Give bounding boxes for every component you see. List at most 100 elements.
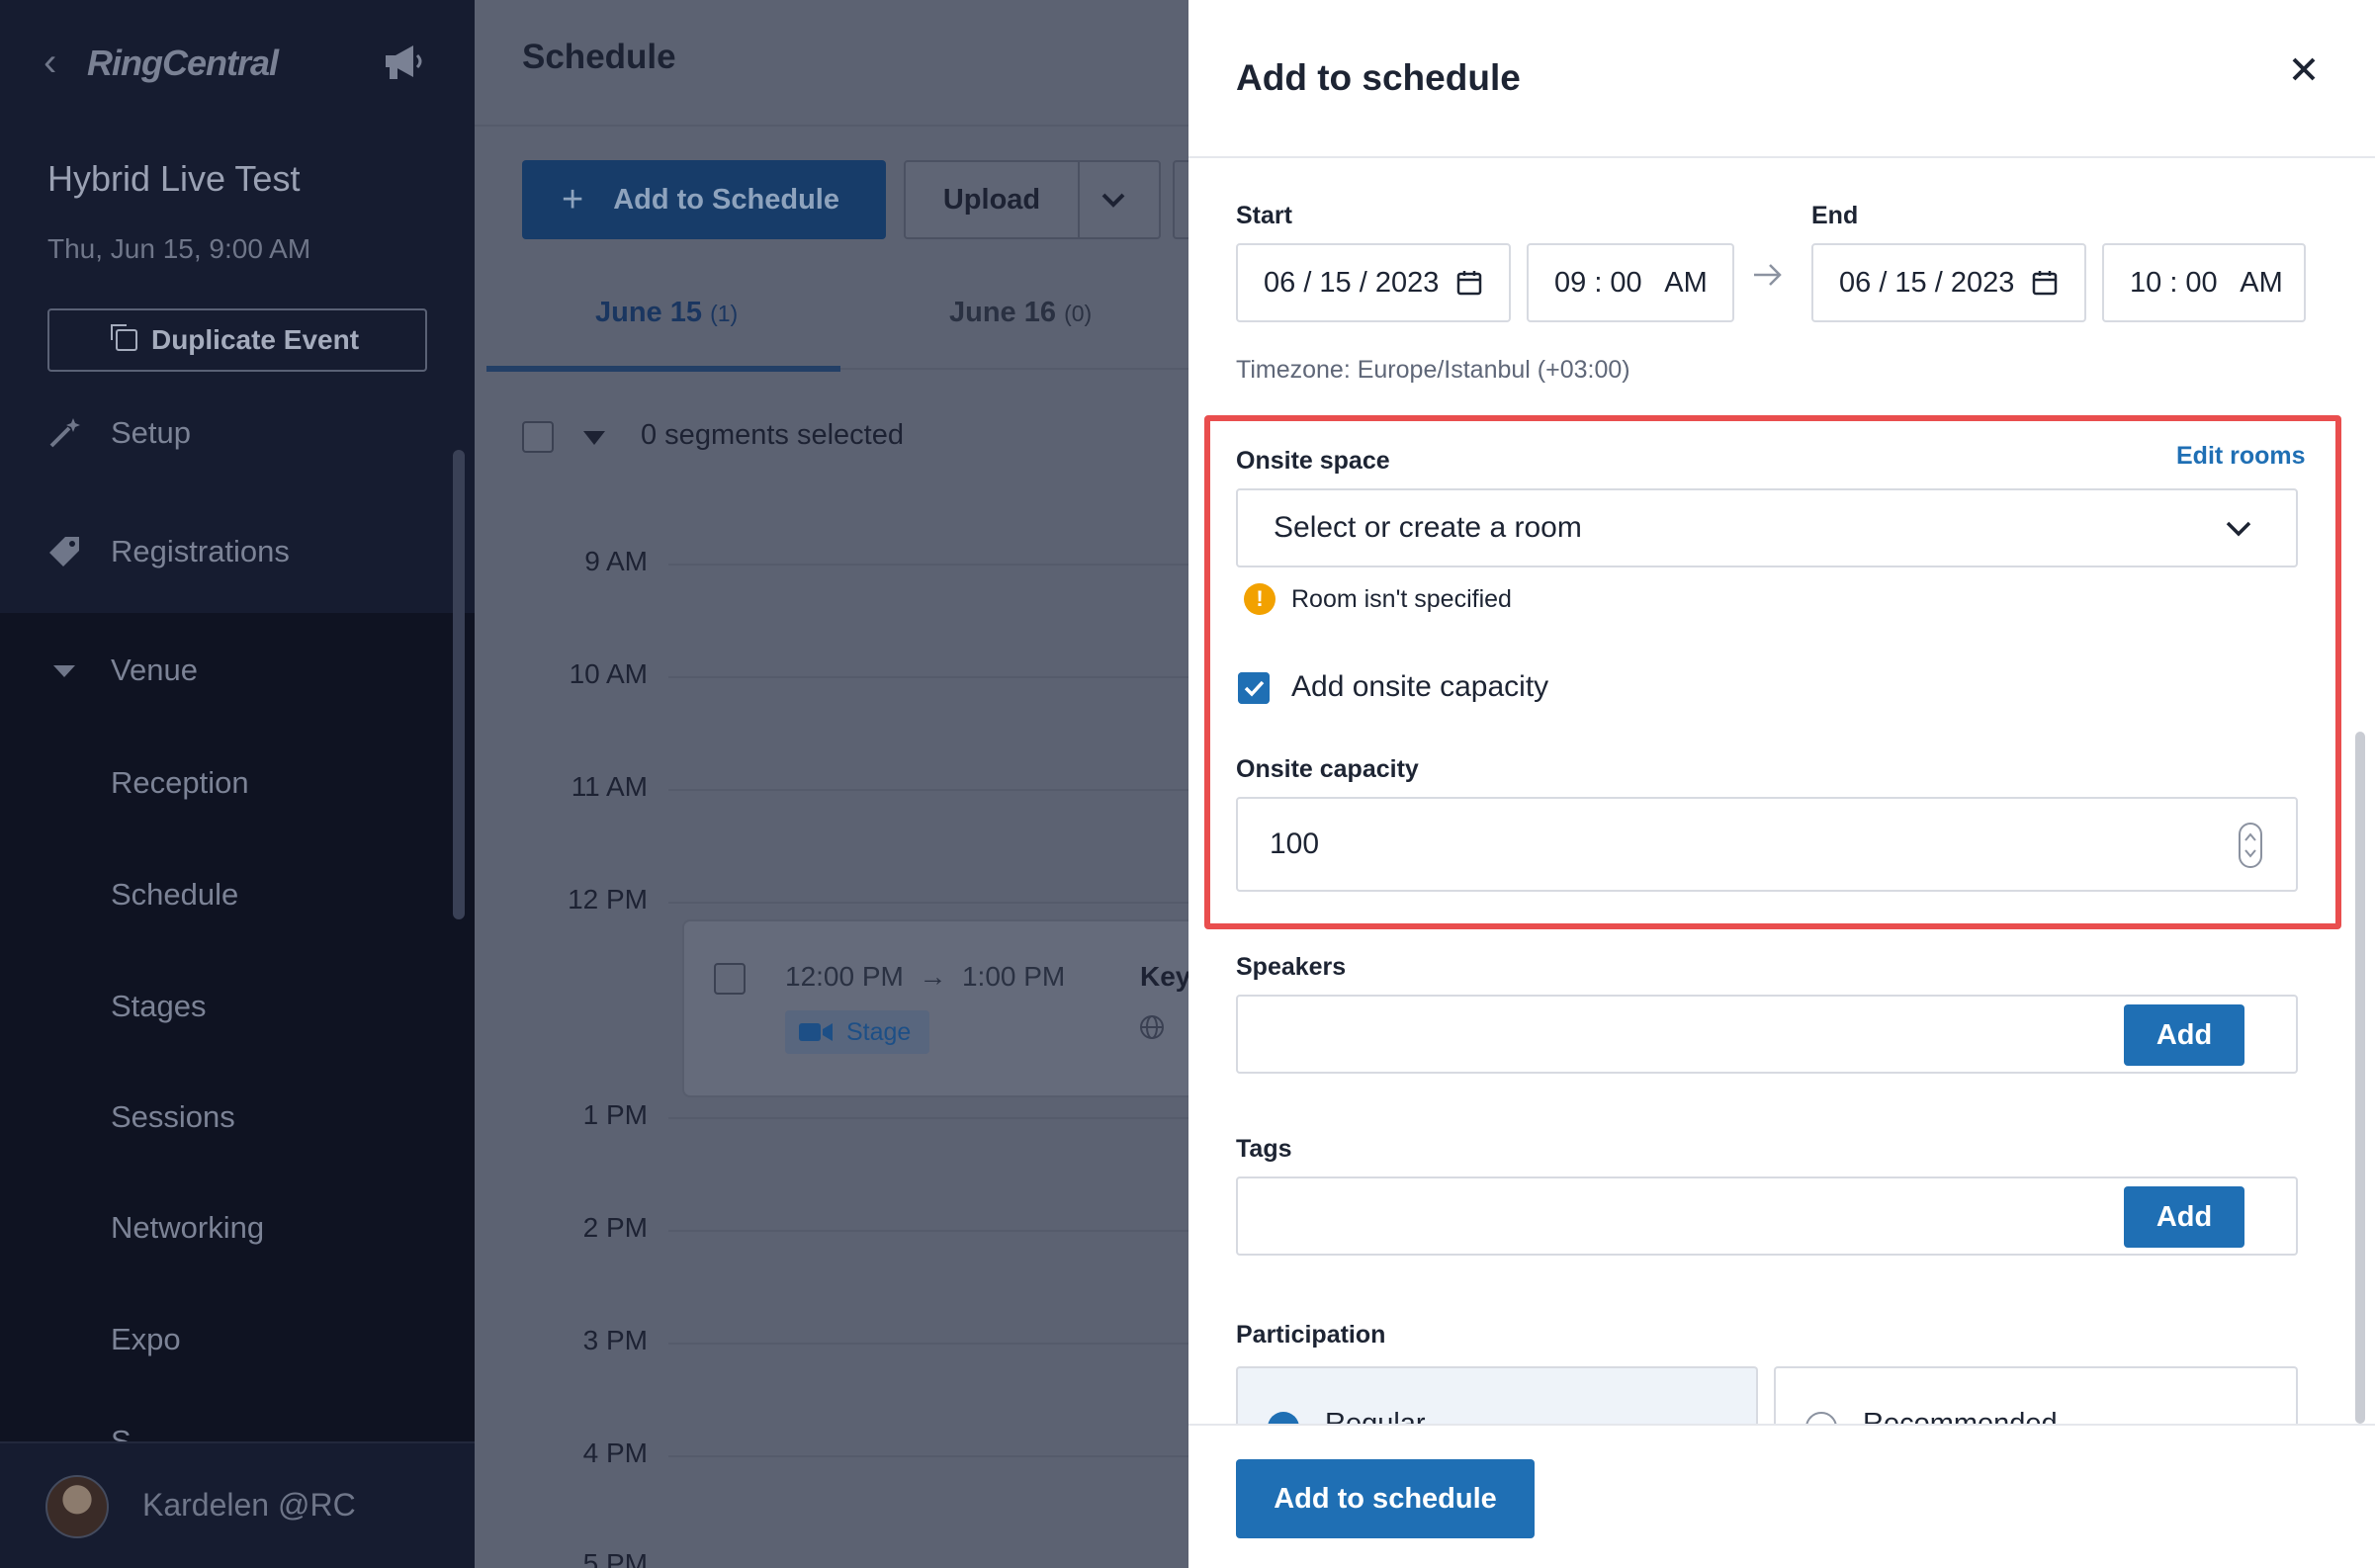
sidebar-item-label: Setup	[111, 415, 192, 450]
sidebar-item-venue[interactable]: Venue	[0, 631, 445, 710]
end-label: End	[1811, 202, 1859, 229]
room-warning-text: Room isn't specified	[1291, 585, 1512, 613]
stepper-arrows-icon	[2244, 832, 2256, 858]
schedule-segment-card[interactable]: 12:00 PM → 1:00 PM Stage	[682, 919, 1188, 1097]
ticket-icon	[49, 537, 79, 566]
segment-start: 12:00 PM	[785, 961, 904, 992]
segment-title: Key	[1140, 961, 1191, 992]
onsite-capacity-value: 100	[1270, 828, 1320, 860]
duplicate-event-label: Duplicate Event	[150, 324, 360, 355]
chevron-down-icon[interactable]	[1094, 182, 1133, 218]
tab-count: (0)	[1064, 301, 1093, 326]
sidebar-item-registrations[interactable]: Registrations	[0, 512, 445, 591]
schedule-page: Schedule + Add to Schedule Upload June 1…	[475, 0, 1188, 1568]
video-camera-icon	[799, 1023, 833, 1041]
participation-option-regular[interactable]: Regular	[1236, 1366, 1758, 1426]
add-to-schedule-submit-button[interactable]: Add to schedule	[1236, 1459, 1535, 1538]
hour-label: 1 PM	[582, 1099, 648, 1130]
hour-label: 12 PM	[568, 884, 648, 915]
caret-down-icon[interactable]	[583, 431, 605, 445]
add-onsite-capacity-checkbox[interactable]	[1238, 672, 1270, 704]
globe-icon	[1140, 1015, 1164, 1039]
hour-line	[668, 1343, 1188, 1345]
end-date-input[interactable]: 06 / 15 / 2023	[1811, 243, 2086, 322]
hour-label: 3 PM	[582, 1325, 648, 1355]
select-all-checkbox[interactable]	[522, 421, 554, 453]
add-speaker-button[interactable]: Add	[2124, 1004, 2244, 1066]
hour-line	[668, 1230, 1188, 1232]
sidebar-item-setup[interactable]: Setup	[0, 393, 445, 473]
segment-checkbox[interactable]	[714, 963, 746, 995]
event-date: Thu, Jun 15, 9:00 AM	[47, 233, 311, 264]
tab-count: (1)	[710, 301, 739, 326]
hour-line	[668, 1455, 1188, 1457]
tab-june-16[interactable]: June 16 (0)	[949, 297, 1092, 329]
start-time-input[interactable]: 09 : 00 AM	[1527, 243, 1734, 322]
hour-line	[668, 676, 1188, 678]
add-onsite-capacity-label[interactable]: Add onsite capacity	[1291, 670, 1548, 704]
hour-line	[668, 902, 1188, 904]
tab-label: June 15	[595, 297, 702, 328]
sidebar-item-reception[interactable]: Reception	[111, 765, 249, 801]
room-select[interactable]: Select or create a room	[1236, 488, 2298, 567]
tags-label: Tags	[1236, 1135, 1292, 1163]
sidebar-item-label: Venue	[111, 653, 198, 687]
hour-label: 11 AM	[571, 771, 648, 802]
event-name: Hybrid Live Test	[47, 158, 301, 199]
more-button[interactable]	[1173, 160, 1188, 239]
add-to-schedule-drawer: Add to schedule Start End 06 / 15 / 2023…	[1188, 0, 2375, 1568]
chevron-down-icon[interactable]	[2225, 520, 2252, 538]
calendar-icon[interactable]	[1456, 270, 1482, 296]
arrow-right-icon	[1754, 264, 1782, 286]
selection-count: 0 segments selected	[641, 419, 904, 451]
drawer-header: Add to schedule	[1188, 0, 2375, 158]
add-to-schedule-label: Add to Schedule	[613, 183, 839, 216]
user-menu[interactable]: Kardelen @RC	[0, 1441, 475, 1568]
tab-label: June 16	[949, 297, 1056, 328]
upload-split-button[interactable]: Upload	[904, 160, 1161, 239]
timezone-text: Timezone: Europe/Istanbul (+03:00)	[1236, 356, 1630, 384]
add-tag-button[interactable]: Add	[2124, 1186, 2244, 1248]
sidebar-item-networking[interactable]: Networking	[111, 1210, 264, 1246]
duplicate-event-button[interactable]: Duplicate Event	[47, 308, 427, 372]
page-header: Schedule	[475, 0, 1188, 127]
stage-badge: Stage	[785, 1010, 929, 1054]
end-date-value: 06 / 15 / 2023	[1839, 266, 2015, 299]
tab-june-15[interactable]: June 15 (1)	[595, 297, 738, 329]
participation-label: Participation	[1236, 1321, 1386, 1349]
end-time-input[interactable]: 10 : 00 AM	[2102, 243, 2306, 322]
sidebar-scrollbar[interactable]	[453, 450, 465, 919]
caret-down-icon	[53, 665, 75, 677]
magic-wand-icon	[49, 418, 80, 448]
drawer-title: Add to schedule	[1236, 57, 1521, 98]
sidebar-item-expo[interactable]: Expo	[111, 1322, 181, 1357]
start-date-value: 06 / 15 / 2023	[1264, 266, 1440, 299]
megaphone-icon[interactable]	[380, 42, 427, 81]
stage-label: Stage	[846, 1017, 912, 1046]
sidebar-item-sessions[interactable]: Sessions	[111, 1099, 235, 1135]
onsite-capacity-input[interactable]: 100	[1236, 797, 2298, 892]
hour-line	[668, 1117, 1188, 1119]
sidebar-item-schedule[interactable]: Schedule	[111, 877, 238, 913]
plus-icon: +	[562, 178, 584, 220]
duplicate-icon	[110, 324, 137, 351]
room-select-placeholder: Select or create a room	[1274, 511, 1582, 544]
hour-label: 5 PM	[582, 1548, 648, 1568]
participation-option-recommended[interactable]: Recommended	[1774, 1366, 2298, 1426]
start-date-input[interactable]: 06 / 15 / 2023	[1236, 243, 1511, 322]
hour-line	[668, 564, 1188, 566]
sidebar-item-stages[interactable]: Stages	[111, 989, 207, 1024]
hour-label: 4 PM	[582, 1437, 648, 1468]
hour-label: 10 AM	[569, 658, 648, 689]
number-stepper-icon[interactable]	[2239, 823, 2262, 868]
upload-button[interactable]: Upload	[906, 162, 1080, 237]
chevron-left-icon[interactable]: ‹	[44, 38, 71, 87]
edit-rooms-link[interactable]: Edit rooms	[2176, 442, 2306, 471]
segment-time: 12:00 PM → 1:00 PM	[785, 961, 1065, 993]
drawer-scrollbar[interactable]	[2355, 732, 2365, 1424]
calendar-icon[interactable]	[2032, 270, 2058, 296]
segment-end: 1:00 PM	[961, 961, 1066, 992]
drawer-footer: Add to schedule	[1188, 1424, 2375, 1568]
close-icon[interactable]	[2282, 47, 2326, 91]
add-to-schedule-button[interactable]: + Add to Schedule	[522, 160, 886, 239]
